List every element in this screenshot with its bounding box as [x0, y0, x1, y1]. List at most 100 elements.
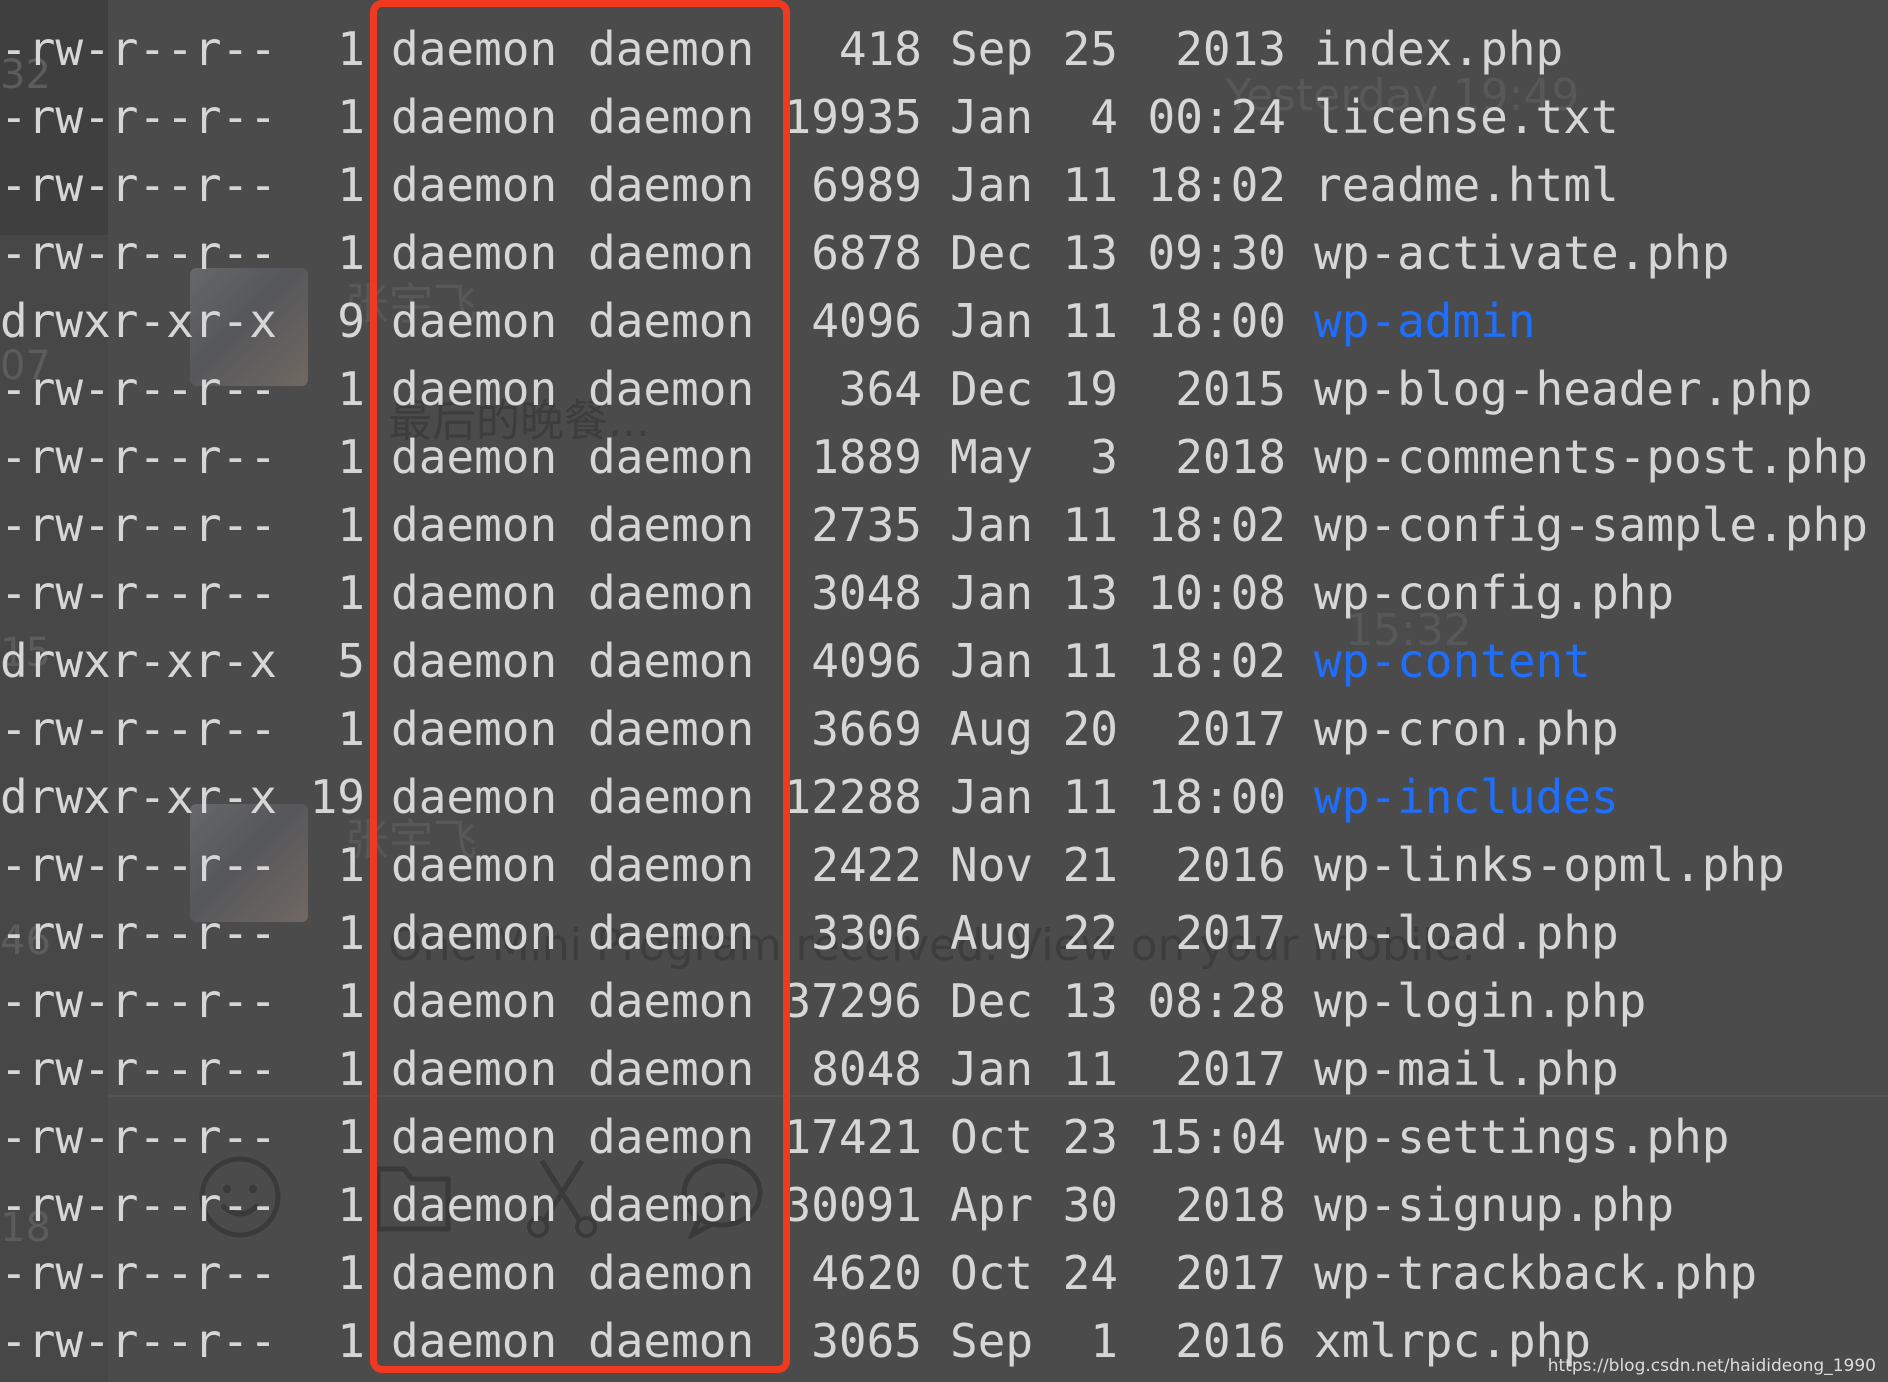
permissions: -rw-r--r--: [0, 702, 277, 756]
file-name: wp-mail.php: [1314, 1042, 1619, 1096]
listing-row: -rw-r--r-- 1 daemon daemon 4620 Oct 24 2017 wp-t…: [0, 1246, 1888, 1314]
permissions: -rw-r--r--: [0, 430, 277, 484]
file-name: wp-content: [1314, 634, 1591, 688]
permissions: -rw-r--r--: [0, 906, 277, 960]
time: 18:02: [1147, 634, 1286, 688]
listing-row: -rw-r--r-- 1 daemon daemon 418 Sep 25 2013 index…: [0, 22, 1888, 90]
day: 13: [1062, 566, 1118, 620]
month: Jan: [950, 158, 1034, 212]
link-count: 1: [337, 498, 365, 552]
permissions: -rw-r--r--: [0, 22, 277, 76]
file-name: wp-activate.php: [1314, 226, 1730, 280]
link-count: 1: [337, 1246, 365, 1300]
listing-row: -rw-r--r-- 1 daemon daemon 2422 Nov 21 2016 wp-l…: [0, 838, 1888, 906]
time: 18:00: [1147, 770, 1286, 824]
month: Sep: [950, 22, 1034, 76]
day: 19: [1062, 362, 1118, 416]
permissions: -rw-r--r--: [0, 498, 277, 552]
time: 2018: [1175, 430, 1286, 484]
link-count: 1: [337, 906, 365, 960]
link-count: 1: [337, 1178, 365, 1232]
day: 13: [1062, 226, 1118, 280]
permissions: -rw-r--r--: [0, 362, 277, 416]
day: 20: [1062, 702, 1118, 756]
link-count: 19: [309, 770, 365, 824]
day: 30: [1062, 1178, 1118, 1232]
file-name: wp-signup.php: [1314, 1178, 1675, 1232]
time: 2017: [1175, 702, 1286, 756]
file-name: wp-includes: [1314, 770, 1619, 824]
day: 3: [1090, 430, 1118, 484]
month: Dec: [950, 362, 1034, 416]
link-count: 1: [337, 90, 365, 144]
listing-row: -rw-r--r-- 1 daemon daemon 1889 May 3 2018 wp-co…: [0, 430, 1888, 498]
day: 11: [1062, 158, 1118, 212]
file-name: wp-config-sample.php: [1314, 498, 1868, 552]
file-name: wp-links-opml.php: [1314, 838, 1785, 892]
listing-row: -rw-r--r-- 1 daemon daemon 3669 Aug 20 2017 wp-c…: [0, 702, 1888, 770]
file-name: wp-cron.php: [1314, 702, 1619, 756]
file-name: readme.html: [1314, 158, 1619, 212]
time: 2018: [1175, 1178, 1286, 1232]
listing-row: drwxr-xr-x 9 daemon daemon 4096 Jan 11 18:00 wp-…: [0, 294, 1888, 362]
permissions: -rw-r--r--: [0, 1178, 277, 1232]
listing-row: -rw-r--r-- 1 daemon daemon 6878 Dec 13 09:30 wp-…: [0, 226, 1888, 294]
month: Jan: [950, 770, 1034, 824]
month: Aug: [950, 702, 1034, 756]
link-count: 1: [337, 974, 365, 1028]
listing-row: -rw-r--r-- 1 daemon daemon 3048 Jan 13 10:08 wp-…: [0, 566, 1888, 634]
time: 00:24: [1147, 90, 1286, 144]
listing-row: drwxr-xr-x 19 daemon daemon 12288 Jan 11 18:00 w…: [0, 770, 1888, 838]
listing-row: -rw-r--r-- 1 daemon daemon 17421 Oct 23 15:04 wp…: [0, 1110, 1888, 1178]
time: 2017: [1175, 1246, 1286, 1300]
permissions: -rw-r--r--: [0, 566, 277, 620]
time: 18:00: [1147, 294, 1286, 348]
file-name: wp-admin: [1314, 294, 1536, 348]
permissions: -rw-r--r--: [0, 1246, 277, 1300]
permissions: -rw-r--r--: [0, 158, 277, 212]
month: Aug: [950, 906, 1034, 960]
day: 21: [1062, 838, 1118, 892]
time: 18:02: [1147, 498, 1286, 552]
file-name: wp-load.php: [1314, 906, 1619, 960]
file-name: index.php: [1314, 22, 1564, 76]
permissions: -rw-r--r--: [0, 838, 277, 892]
day: 11: [1062, 1042, 1118, 1096]
file-name: license.txt: [1314, 90, 1619, 144]
listing-row: -rw-r--r-- 1 daemon daemon 37296 Dec 13 08:28 wp…: [0, 974, 1888, 1042]
link-count: 5: [337, 634, 365, 688]
listing-row: drwxr-xr-x 5 daemon daemon 4096 Jan 11 18:02 wp-…: [0, 634, 1888, 702]
month: Nov: [950, 838, 1034, 892]
file-name: wp-comments-post.php: [1314, 430, 1868, 484]
listing-row: -rw-r--r-- 1 daemon daemon 19935 Jan 4 00:24 lic…: [0, 90, 1888, 158]
link-count: 1: [337, 566, 365, 620]
time: 15:04: [1147, 1110, 1286, 1164]
day: 11: [1062, 770, 1118, 824]
link-count: 1: [337, 1314, 365, 1368]
link-count: 1: [337, 226, 365, 280]
day: 24: [1062, 1246, 1118, 1300]
time: 18:02: [1147, 158, 1286, 212]
day: 11: [1062, 294, 1118, 348]
listing-row: -rw-r--r-- 1 daemon daemon 2735 Jan 11 18:02 wp-…: [0, 498, 1888, 566]
day: 23: [1062, 1110, 1118, 1164]
link-count: 1: [337, 838, 365, 892]
listing-row: -rw-r--r-- 1 daemon daemon 8048 Jan 11 2017 wp-m…: [0, 1042, 1888, 1110]
month: Dec: [950, 974, 1034, 1028]
file-name: wp-blog-header.php: [1314, 362, 1813, 416]
time: 2015: [1175, 362, 1286, 416]
time: 2017: [1175, 906, 1286, 960]
month: Jan: [950, 498, 1034, 552]
month: Jan: [950, 294, 1034, 348]
link-count: 1: [337, 1042, 365, 1096]
day: 4: [1090, 90, 1118, 144]
link-count: 1: [337, 702, 365, 756]
month: Jan: [950, 634, 1034, 688]
time: 08:28: [1147, 974, 1286, 1028]
month: Oct: [950, 1246, 1034, 1300]
file-name: wp-login.php: [1314, 974, 1647, 1028]
time: 2017: [1175, 1042, 1286, 1096]
month: Apr: [950, 1178, 1034, 1232]
permissions: -rw-r--r--: [0, 1042, 277, 1096]
day: 13: [1062, 974, 1118, 1028]
